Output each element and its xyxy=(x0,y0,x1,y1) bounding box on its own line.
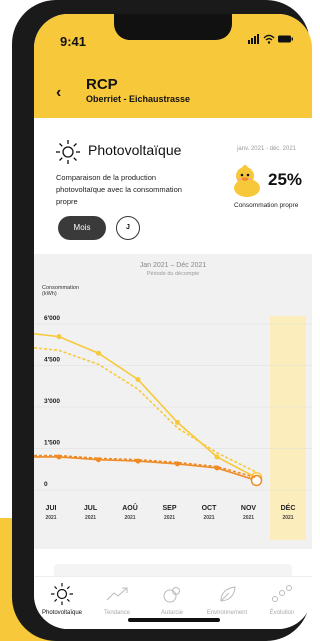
x-tick-label: JUL xyxy=(84,505,98,512)
y-tick-label: 1'500 xyxy=(44,440,60,447)
app-screen: 9:41 ‹ RCP Oberriet - Eichaustrasse Phot… xyxy=(34,14,312,629)
y-tick-label: 6'000 xyxy=(44,315,60,322)
tab-label: Tendance xyxy=(103,610,131,616)
series-point xyxy=(56,334,62,340)
evolution-icon xyxy=(272,585,292,602)
y-tick-label: 4'500 xyxy=(44,357,60,364)
x-tick-label: SEP xyxy=(162,505,176,512)
trend-icon xyxy=(106,587,128,601)
x-tick-year: 2021 xyxy=(124,515,135,521)
x-tick-label: DÉC xyxy=(281,503,296,512)
series-point xyxy=(135,376,141,382)
tab-label: Autarcie xyxy=(160,610,183,616)
x-tick-year: 2021 xyxy=(45,515,56,521)
sun-icon xyxy=(51,583,73,605)
x-tick-label: JUI xyxy=(46,505,57,512)
x-tick-label: NOV xyxy=(241,505,257,512)
leaf-icon xyxy=(220,586,236,602)
autarky-icon xyxy=(163,587,180,603)
x-tick-year: 2021 xyxy=(203,515,214,521)
consumption-chart: 6'000 4'500 3'000 1'500 0 JUI 2021 JUL 2021 AOÛ 20… xyxy=(34,315,312,540)
series-point xyxy=(214,454,220,460)
home-indicator xyxy=(128,618,220,622)
x-tick-label: OCT xyxy=(202,505,218,512)
x-tick-year: 2021 xyxy=(164,515,175,521)
y-tick-label: 0 xyxy=(44,481,48,488)
tab-label: Photovoltaïque xyxy=(41,610,83,616)
x-tick-year: 2021 xyxy=(282,515,293,521)
x-tick-label: AOÛ xyxy=(122,503,138,512)
series-point xyxy=(96,350,101,356)
x-tick-year: 2021 xyxy=(85,515,96,521)
series-point xyxy=(175,419,180,425)
series-line xyxy=(34,346,257,473)
x-tick-year: 2021 xyxy=(243,515,254,521)
y-tick-label: 3'000 xyxy=(44,398,60,405)
phone-frame: 9:41 ‹ RCP Oberriet - Eichaustrasse Phot… xyxy=(12,0,312,641)
series-line xyxy=(34,454,257,479)
tab-evolution[interactable]: Évolution xyxy=(254,577,310,629)
tab-label: Environnement xyxy=(206,610,248,616)
tab-sun[interactable]: Photovoltaïque xyxy=(34,577,90,629)
tab-label: Évolution xyxy=(269,610,295,616)
